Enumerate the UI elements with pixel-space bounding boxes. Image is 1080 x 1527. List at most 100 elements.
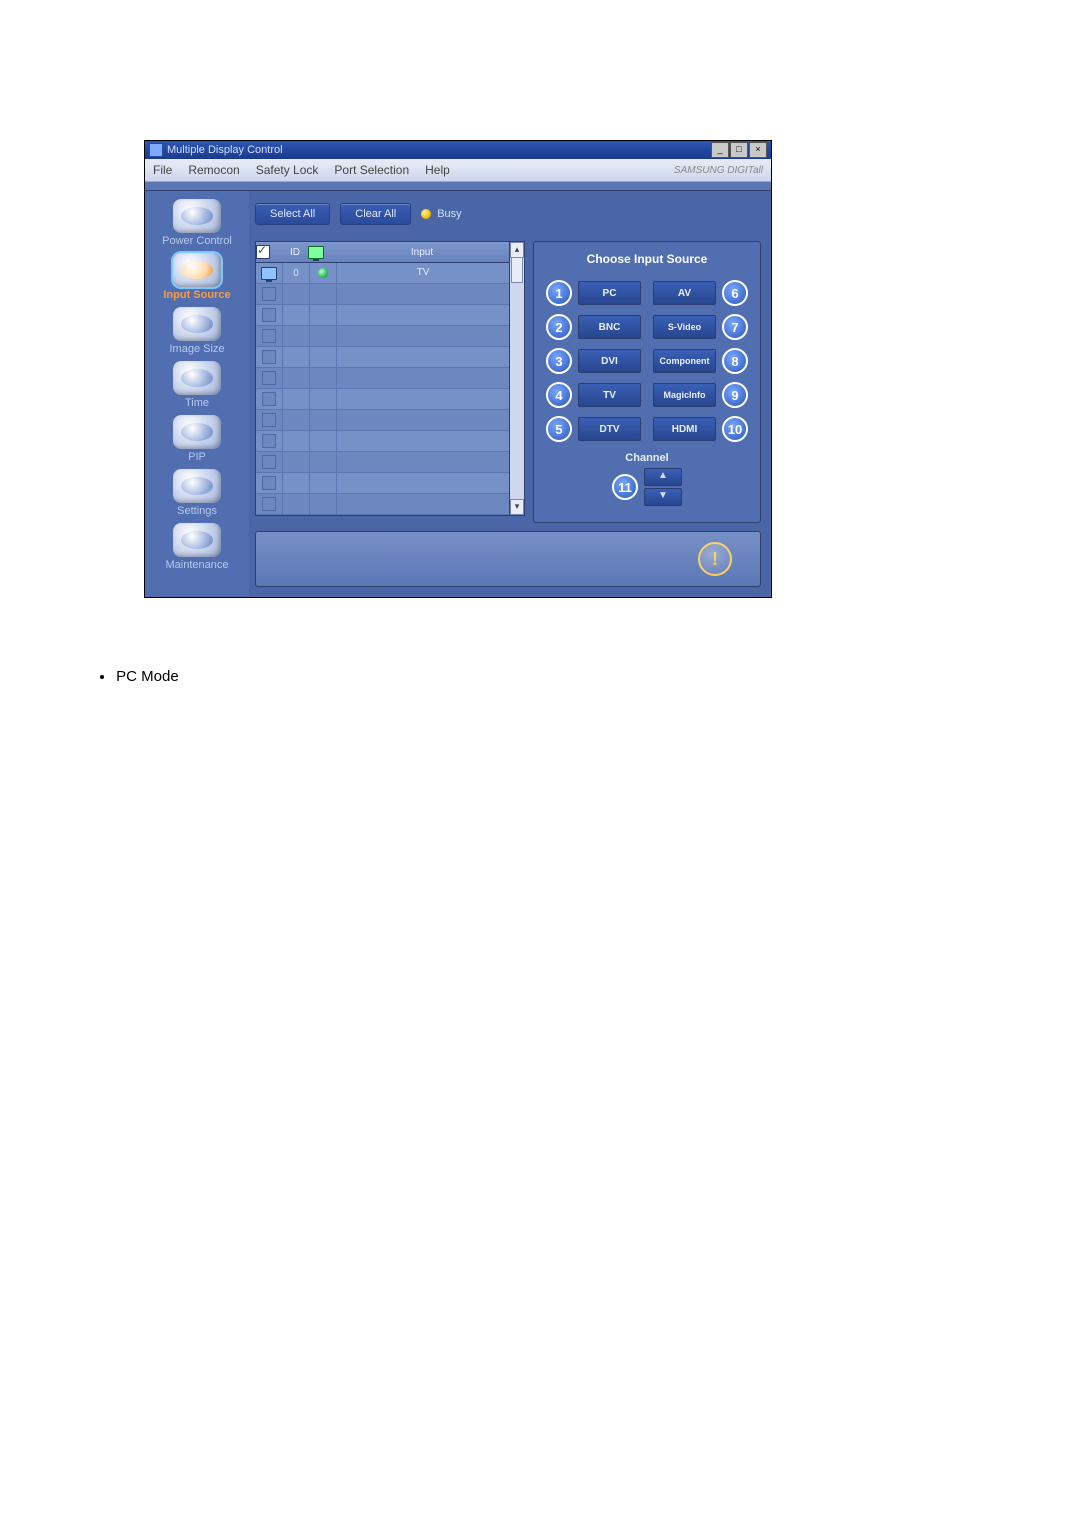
table-row[interactable] [256, 389, 524, 410]
row-input [337, 347, 510, 367]
source-button-dvi[interactable]: DVI [578, 349, 641, 373]
callout-number: 1 [546, 280, 572, 306]
list-header-check [256, 245, 282, 259]
source-button-pc[interactable]: PC [578, 281, 641, 305]
row-input [337, 284, 510, 304]
table-row[interactable] [256, 494, 524, 515]
busy-indicator: Busy [421, 208, 461, 220]
sidebar-item-label: PIP [154, 451, 240, 463]
sidebar-item-label: Image Size [154, 343, 240, 355]
source-button-magicinfo[interactable]: MagicInfo [653, 383, 716, 407]
callout-number: 7 [722, 314, 748, 340]
check-icon [256, 245, 270, 259]
callout-number: 10 [722, 416, 748, 442]
row-id [283, 347, 310, 367]
row-status [310, 305, 337, 325]
callout-number: 6 [722, 280, 748, 306]
row-checkbox[interactable] [262, 350, 276, 364]
status-dot-icon [318, 268, 328, 278]
caption-text: PC Mode [116, 668, 179, 685]
pip-icon [173, 415, 221, 449]
row-input: TV [337, 263, 510, 283]
maintenance-icon [173, 523, 221, 557]
table-row[interactable] [256, 452, 524, 473]
scroll-down-button[interactable]: ▾ [510, 499, 524, 515]
row-checkbox[interactable] [262, 329, 276, 343]
alert-icon: ! [698, 542, 732, 576]
row-status [310, 452, 337, 472]
source-button-hdmi[interactable]: HDMI [653, 417, 716, 441]
source-button-component[interactable]: Component [653, 349, 716, 373]
table-row[interactable] [256, 326, 524, 347]
table-row[interactable]: 0 TV [256, 263, 524, 284]
table-row[interactable] [256, 305, 524, 326]
sidebar-item-label: Input Source [154, 289, 240, 301]
row-id [283, 284, 310, 304]
row-checkbox[interactable] [262, 392, 276, 406]
row-status [310, 431, 337, 451]
close-button[interactable]: × [749, 142, 767, 158]
scrollbar[interactable]: ▴ ▾ [509, 242, 524, 515]
table-row[interactable] [256, 431, 524, 452]
menu-help[interactable]: Help [425, 163, 450, 177]
row-checkbox[interactable] [262, 497, 276, 511]
status-footer: ! [255, 531, 761, 587]
brand-logo: SAMSUNG DIGITall [674, 165, 763, 176]
row-status [310, 263, 337, 283]
table-row[interactable] [256, 368, 524, 389]
sidebar: Power Control Input Source Image Size Ti… [145, 191, 249, 597]
sidebar-item-input-source[interactable]: Input Source [154, 253, 240, 301]
row-input [337, 431, 510, 451]
row-checkbox[interactable] [262, 455, 276, 469]
source-button-s-video[interactable]: S-Video [653, 315, 716, 339]
callout-number: 9 [722, 382, 748, 408]
sidebar-item-time[interactable]: Time [154, 361, 240, 409]
channel-up-button[interactable]: ▲ [644, 468, 682, 486]
scroll-thumb[interactable] [511, 257, 523, 283]
row-id [283, 368, 310, 388]
table-row[interactable] [256, 473, 524, 494]
maximize-button[interactable]: □ [730, 142, 748, 158]
source-button-dtv[interactable]: DTV [578, 417, 641, 441]
channel-down-button[interactable]: ▼ [644, 488, 682, 506]
source-button-tv[interactable]: TV [578, 383, 641, 407]
caption: PC Mode [100, 668, 1080, 685]
table-row[interactable] [256, 410, 524, 431]
sidebar-item-image-size[interactable]: Image Size [154, 307, 240, 355]
scroll-up-button[interactable]: ▴ [510, 242, 524, 258]
row-checkbox[interactable] [262, 287, 276, 301]
sidebar-item-maintenance[interactable]: Maintenance [154, 523, 240, 571]
callout-number: 4 [546, 382, 572, 408]
panel-title: Choose Input Source [546, 252, 748, 266]
minimize-button[interactable]: _ [711, 142, 729, 158]
settings-icon [173, 469, 221, 503]
row-status [310, 326, 337, 346]
clear-all-button[interactable]: Clear All [340, 203, 411, 225]
sidebar-item-pip[interactable]: PIP [154, 415, 240, 463]
input-source-panel: Choose Input Source 1PCAV62BNCS-Video73D… [533, 241, 761, 523]
menu-safety-lock[interactable]: Safety Lock [256, 163, 319, 177]
row-checkbox[interactable] [262, 308, 276, 322]
row-status [310, 284, 337, 304]
sidebar-item-power-control[interactable]: Power Control [154, 199, 240, 247]
callout-number-11: 11 [612, 474, 638, 500]
row-id [283, 431, 310, 451]
row-input [337, 410, 510, 430]
source-button-bnc[interactable]: BNC [578, 315, 641, 339]
row-checkbox[interactable] [262, 413, 276, 427]
menu-file[interactable]: File [153, 163, 172, 177]
source-button-av[interactable]: AV [653, 281, 716, 305]
row-checkbox[interactable] [262, 434, 276, 448]
menu-port-selection[interactable]: Port Selection [334, 163, 409, 177]
select-all-button[interactable]: Select All [255, 203, 330, 225]
row-id [283, 305, 310, 325]
menu-remocon[interactable]: Remocon [188, 163, 239, 177]
row-checkbox[interactable] [262, 476, 276, 490]
row-status [310, 347, 337, 367]
app-window: Multiple Display Control _ □ × File Remo… [144, 140, 772, 598]
sidebar-item-settings[interactable]: Settings [154, 469, 240, 517]
table-row[interactable] [256, 347, 524, 368]
row-id: 0 [283, 263, 310, 283]
table-row[interactable] [256, 284, 524, 305]
row-checkbox[interactable] [262, 371, 276, 385]
